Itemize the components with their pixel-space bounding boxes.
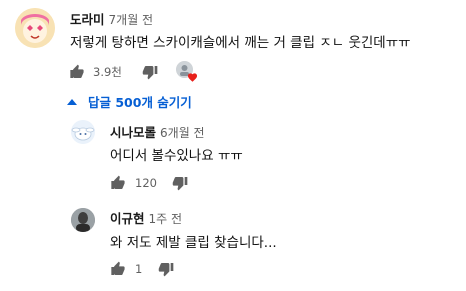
author-name[interactable]: 시나모롤: [110, 125, 156, 140]
like-count: 3.9천: [93, 65, 122, 79]
reply-text: 와 저도 제발 클립 찾습니다...: [110, 235, 277, 251]
chevron-up-icon: [67, 98, 77, 105]
thumbs-down-icon: [172, 177, 188, 191]
comment-text: 저렇게 탕하면 스카이캐슬에서 깨는 거 클립 ㅈㄴ 웃긴데ㅠㅠ: [70, 35, 411, 51]
like-button[interactable]: [69, 64, 85, 80]
reply-text: 어디서 볼수있나요 ㅠㅠ: [110, 148, 243, 164]
dislike-button[interactable]: [142, 64, 158, 80]
like-count: 120: [135, 176, 157, 190]
like-button[interactable]: [110, 175, 126, 191]
author-name[interactable]: 도라미: [70, 12, 105, 27]
creator-heart: [176, 61, 198, 83]
heart-icon: [187, 73, 198, 82]
thumbs-down-icon: [158, 263, 174, 277]
hide-replies-label: 답글 500개 숨기기: [88, 95, 192, 110]
cinnamoroll-avatar-icon: [71, 120, 95, 144]
reply-header: 이규현 1주 전: [110, 208, 182, 227]
hide-replies-button[interactable]: 답글 500개 숨기기: [67, 92, 192, 111]
avatar[interactable]: [71, 120, 95, 144]
author-name[interactable]: 이규현: [110, 211, 145, 226]
reply-time[interactable]: 6개월 전: [160, 126, 205, 140]
thumbs-down-icon: [142, 66, 158, 80]
thumbs-up-icon: [70, 64, 84, 78]
dislike-button[interactable]: [172, 175, 188, 191]
reply-header: 시나모롤 6개월 전: [110, 122, 205, 141]
thumbs-up-icon: [111, 261, 125, 275]
comment-time[interactable]: 7개월 전: [109, 13, 154, 27]
photo-avatar-icon: [71, 208, 95, 232]
cartoon-face-avatar-icon: [15, 8, 55, 48]
avatar[interactable]: [71, 208, 95, 232]
reply-time[interactable]: 1주 전: [149, 212, 183, 226]
avatar[interactable]: [15, 8, 55, 48]
like-button[interactable]: [110, 261, 126, 277]
comment-header: 도라미 7개월 전: [70, 9, 153, 28]
like-count: 1: [135, 262, 143, 276]
thumbs-up-icon: [111, 175, 125, 189]
dislike-button[interactable]: [158, 261, 174, 277]
